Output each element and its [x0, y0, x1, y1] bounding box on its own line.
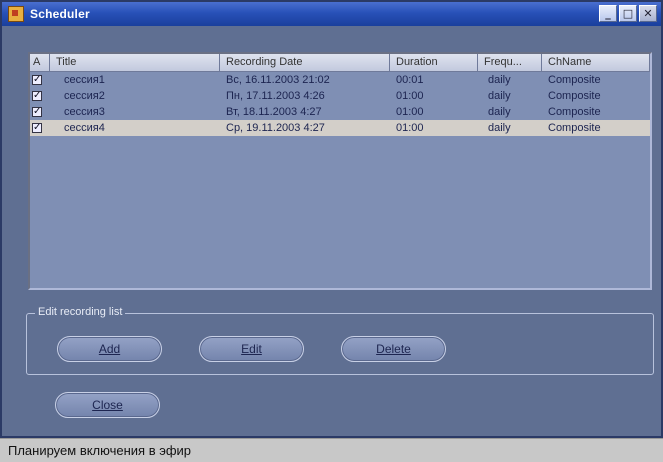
scheduler-window: Scheduler _ □ ✕ A Title Recording Date D…: [0, 0, 663, 438]
column-header-recording-date[interactable]: Recording Date: [220, 54, 390, 72]
row-title: сессия1: [64, 74, 105, 86]
edit-button[interactable]: Edit: [199, 336, 304, 362]
row-duration: 00:01: [396, 74, 424, 86]
add-button[interactable]: Add: [57, 336, 162, 362]
figure-caption: Планируем включения в эфир: [0, 438, 663, 462]
group-label: Edit recording list: [35, 306, 126, 318]
checkmark-icon: [32, 88, 42, 104]
row-frequency: daily: [488, 74, 511, 86]
list-item[interactable]: сессия1 Вс, 16.11.2003 21:02 00:01 daily…: [30, 72, 650, 88]
checkmark-icon: [32, 72, 42, 88]
row-date: Пн, 17.11.2003 4:26: [226, 90, 325, 102]
row-date: Вт, 18.11.2003 4:27: [226, 106, 322, 118]
row-checkbox[interactable]: [30, 88, 50, 104]
window-controls: _ □ ✕: [599, 5, 657, 22]
app-icon: [8, 6, 24, 22]
column-header-frequency[interactable]: Frequ...: [478, 54, 542, 72]
row-channel: Composite: [548, 122, 601, 134]
row-title: сессия4: [64, 122, 105, 134]
row-channel: Composite: [548, 106, 601, 118]
close-icon[interactable]: ✕: [639, 5, 657, 22]
recording-list[interactable]: A Title Recording Date Duration Frequ...…: [28, 52, 652, 290]
row-duration: 01:00: [396, 90, 424, 102]
column-header-channel[interactable]: ChName: [542, 54, 650, 72]
row-title: сессия3: [64, 106, 105, 118]
edit-recording-group: Edit recording list Add Edit Delete: [26, 306, 654, 375]
checkmark-icon: [32, 104, 42, 120]
row-frequency: daily: [488, 106, 511, 118]
list-item[interactable]: сессия3 Вт, 18.11.2003 4:27 01:00 daily …: [30, 104, 650, 120]
checkmark-icon: [32, 120, 42, 136]
row-duration: 01:00: [396, 106, 424, 118]
column-header-duration[interactable]: Duration: [390, 54, 478, 72]
row-title: сессия2: [64, 90, 105, 102]
row-checkbox[interactable]: [30, 104, 50, 120]
column-header-title[interactable]: Title: [50, 54, 220, 72]
row-date: Вс, 16.11.2003 21:02: [226, 74, 330, 86]
maximize-icon[interactable]: □: [619, 5, 637, 22]
row-date: Ср, 19.11.2003 4:27: [226, 122, 325, 134]
minimize-icon[interactable]: _: [599, 5, 617, 22]
list-item-selected[interactable]: сессия4 Ср, 19.11.2003 4:27 01:00 daily …: [30, 120, 650, 136]
list-item[interactable]: сессия2 Пн, 17.11.2003 4:26 01:00 daily …: [30, 88, 650, 104]
window-title: Scheduler: [30, 7, 90, 21]
row-checkbox[interactable]: [30, 72, 50, 88]
row-frequency: daily: [488, 122, 511, 134]
row-checkbox[interactable]: [30, 120, 50, 136]
list-header: A Title Recording Date Duration Frequ...…: [30, 54, 650, 72]
close-button[interactable]: Close: [55, 392, 160, 418]
delete-button[interactable]: Delete: [341, 336, 446, 362]
title-bar[interactable]: Scheduler _ □ ✕: [2, 2, 661, 26]
row-channel: Composite: [548, 90, 601, 102]
row-channel: Composite: [548, 74, 601, 86]
row-duration: 01:00: [396, 122, 424, 134]
row-frequency: daily: [488, 90, 511, 102]
column-header-active[interactable]: A: [30, 54, 50, 72]
